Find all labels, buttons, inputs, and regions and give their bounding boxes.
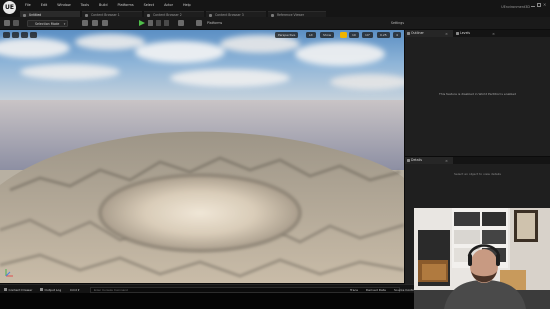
content-drawer-button[interactable]: Content Drawer [4, 287, 32, 293]
menu-file[interactable]: File [20, 3, 36, 8]
output-log-button[interactable]: Output Log [40, 287, 61, 293]
scale-snap[interactable]: 0.25 [377, 31, 390, 38]
log-icon [40, 288, 43, 291]
transform-move-icon[interactable] [12, 31, 19, 38]
menu-select[interactable]: Select [139, 3, 159, 8]
output-log-label: Output Log [44, 287, 62, 292]
menu-tools[interactable]: Tools [76, 3, 94, 8]
unreal-logo-icon[interactable]: UE [3, 1, 16, 14]
level-viewport[interactable]: Perspective Lit Show 10 10° 0.25 4 [0, 30, 404, 283]
stop-icon[interactable] [156, 20, 161, 26]
menu-edit[interactable]: Edit [36, 3, 53, 8]
viewport-toolbar: Perspective Lit Show 10 10° 0.25 4 [0, 30, 404, 39]
menu-actor[interactable]: Actor [159, 3, 178, 8]
perspective-button[interactable]: Perspective [275, 31, 299, 38]
viewport-menu-icon[interactable] [3, 31, 10, 38]
step-icon[interactable] [148, 20, 153, 26]
source-control-button[interactable]: Source Control [394, 287, 416, 293]
close-icon[interactable]: ✕ [543, 3, 547, 7]
tab-details[interactable]: Details × [405, 157, 453, 164]
outliner-panel: Outliner × Levels × This feature is disa… [405, 30, 550, 156]
eject-icon[interactable] [164, 20, 169, 26]
grid-size[interactable]: 10 [349, 31, 359, 38]
derived-data-button[interactable]: Derived Data [366, 287, 386, 293]
main-menu: File Edit Window Tools Build Platforms S… [20, 3, 196, 8]
save-icon[interactable] [4, 20, 10, 26]
outliner-icon [407, 32, 410, 35]
details-tabs: Details × [405, 157, 550, 164]
tab-levels-label: Levels [460, 31, 471, 35]
webcam-overlay [414, 208, 550, 309]
transform-scale-icon[interactable] [30, 31, 37, 38]
selection-mode-label: Selection Mode [35, 21, 60, 26]
tab-details-label: Details [411, 158, 423, 162]
platforms-button[interactable]: Platforms [207, 20, 222, 26]
tab-outliner-label: Outliner [411, 31, 424, 35]
show-button[interactable]: Show [320, 31, 335, 38]
add-actor-icon[interactable] [82, 20, 88, 26]
tab-outliner[interactable]: Outliner × [405, 30, 453, 37]
play-icon[interactable] [139, 20, 145, 26]
details-message: Select an object to view details [454, 172, 501, 176]
trace-button[interactable]: Trace [350, 287, 358, 293]
title-bar: UE File Edit Window Tools Build Platform… [0, 0, 550, 17]
content-browser-icon[interactable] [13, 20, 19, 26]
transform-rotate-icon[interactable] [21, 31, 28, 38]
levels-icon [456, 32, 459, 35]
camera-speed[interactable]: 4 [393, 31, 401, 38]
cinematics-icon[interactable] [102, 20, 108, 26]
details-icon [407, 159, 410, 162]
content-drawer-label: Content Drawer [8, 287, 33, 292]
outliner-tabs: Outliner × Levels × [405, 30, 550, 37]
drawer-icon [4, 288, 7, 291]
terrain-scene [0, 30, 404, 283]
angle-snap[interactable]: 10° [362, 31, 374, 38]
main-toolbar: Selection Mode ▾ Platforms Settings [0, 17, 550, 30]
grid-snap-icon[interactable] [340, 31, 347, 38]
close-icon[interactable]: × [445, 158, 448, 165]
maximize-icon[interactable] [537, 3, 541, 7]
menu-help[interactable]: Help [178, 3, 196, 8]
selection-mode-dropdown[interactable]: Selection Mode ▾ [27, 19, 69, 27]
tab-levels[interactable]: Levels × [454, 30, 500, 37]
close-icon[interactable]: × [492, 31, 495, 38]
blueprints-icon[interactable] [92, 20, 98, 26]
play-options-icon[interactable] [178, 20, 184, 26]
lit-button[interactable]: Lit [306, 31, 316, 38]
webcam-feed-image [414, 208, 550, 309]
minimize-icon[interactable] [531, 3, 535, 7]
settings-button[interactable]: Settings [391, 20, 404, 26]
cmd-label: Cmd [70, 287, 77, 292]
cmd-dropdown[interactable]: Cmd ▾ [70, 287, 79, 293]
outliner-message: This feature is disabled in World Partit… [439, 92, 516, 96]
chevron-down-icon: ▾ [63, 21, 66, 26]
menu-window[interactable]: Window [52, 3, 75, 8]
project-name: UEnvironment3D [501, 5, 530, 9]
close-icon[interactable]: × [445, 31, 448, 38]
window-controls: ✕ [531, 3, 547, 7]
menu-build[interactable]: Build [94, 3, 113, 8]
menu-platforms[interactable]: Platforms [113, 3, 139, 8]
platforms-icon [196, 20, 202, 26]
axis-gizmo-icon [5, 269, 13, 277]
